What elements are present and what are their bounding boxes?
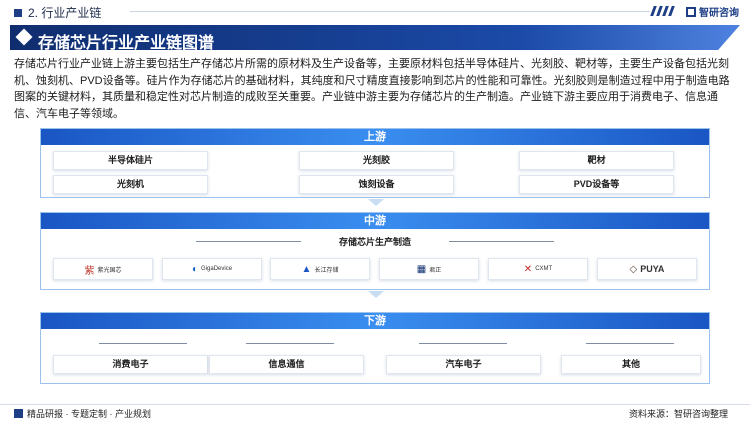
- company-name: 紫光国芯: [97, 267, 122, 274]
- upstream-header: 上游: [41, 129, 709, 145]
- company-name: 长江存储: [314, 267, 339, 274]
- company-logo: ✕ CXMT: [488, 258, 588, 280]
- downstream-item: 汽车电子: [386, 355, 541, 374]
- midstream-subtitle: 存储芯片生产制造: [338, 237, 411, 247]
- downstream-panel: 下游 消费电子 信息通信 汽车电子 其他: [40, 312, 710, 384]
- upstream-item: 蚀刻设备: [299, 175, 454, 194]
- upstream-panel: 上游 半导体硅片 光刻胶 靶材 光刻机 蚀刻设备 PVD设备等: [40, 128, 710, 206]
- downstream-rule: [246, 343, 334, 344]
- downstream-item: 其他: [561, 355, 701, 374]
- company-mark-icon: ◇: [629, 263, 638, 275]
- footer-divider: [0, 404, 750, 405]
- subtitle-rule: [449, 241, 554, 242]
- downstream-item: 消费电子: [53, 355, 208, 374]
- company-logo: ▲ 长江存储: [270, 258, 370, 280]
- upstream-item: 靶材: [519, 151, 674, 170]
- downstream-rule: [419, 343, 507, 344]
- company-logo: ◇ PUYA: [597, 258, 697, 280]
- upstream-item: 光刻胶: [299, 151, 454, 170]
- section-label: 2. 行业产业链: [28, 6, 102, 20]
- page-title: 存储芯片行业产业链图谱: [38, 35, 215, 52]
- page-title-bar: 存储芯片行业产业链图谱: [10, 25, 740, 50]
- section-square-icon: [14, 8, 22, 17]
- stripe-decoration: [650, 6, 675, 16]
- company-logo: 紫 紫光国芯: [53, 258, 153, 280]
- upstream-item: 半导体硅片: [53, 151, 208, 170]
- company-mark-icon: ▲: [301, 263, 312, 275]
- flow-arrow-icon: [368, 199, 384, 206]
- company-name: PUYA: [640, 264, 665, 274]
- intro-paragraph: 存储芯片行业产业链上游主要包括生产存储芯片所需的原材料及生产设备等，主要原材料包…: [14, 58, 730, 120]
- footer-tagline: 精品研报 · 专题定制 · 产业规划: [27, 409, 151, 419]
- brand-name: 智研咨询: [699, 8, 739, 19]
- company-mark-icon: ▦: [416, 263, 427, 275]
- downstream-header: 下游: [41, 313, 709, 329]
- section-heading: 2. 行业产业链: [14, 4, 101, 21]
- brand-logo: 智研咨询: [686, 4, 739, 19]
- downstream-rule: [586, 343, 674, 344]
- company-mark-icon: 紫: [84, 265, 95, 277]
- company-mark-icon: ◐: [191, 263, 199, 275]
- flow-arrow-icon: [368, 291, 384, 298]
- company-logo: ▦ 君正: [379, 258, 479, 280]
- diamond-icon: [15, 28, 33, 46]
- footer-source: 资料来源：智研咨询整理: [628, 409, 728, 419]
- footer-left: 精品研报 · 专题定制 · 产业规划: [14, 407, 151, 420]
- downstream-rule: [99, 343, 187, 344]
- upstream-item: 光刻机: [53, 175, 208, 194]
- company-logo: ◐ GigaDevice: [162, 258, 262, 280]
- upstream-item: PVD设备等: [519, 175, 674, 194]
- brand-mark-icon: [686, 6, 696, 17]
- company-name: CXMT: [535, 266, 553, 272]
- top-bar: 2. 行业产业链 智研咨询: [0, 0, 750, 22]
- company-name: 君正: [429, 267, 442, 274]
- header-divider: [130, 11, 650, 12]
- downstream-item: 信息通信: [209, 355, 364, 374]
- company-name: GigaDevice: [201, 266, 233, 272]
- company-mark-icon: ✕: [523, 263, 533, 275]
- report-icon: [14, 409, 23, 418]
- midstream-header: 中游: [41, 213, 709, 229]
- footer: 精品研报 · 专题定制 · 产业规划 资料来源：智研咨询整理: [0, 404, 750, 421]
